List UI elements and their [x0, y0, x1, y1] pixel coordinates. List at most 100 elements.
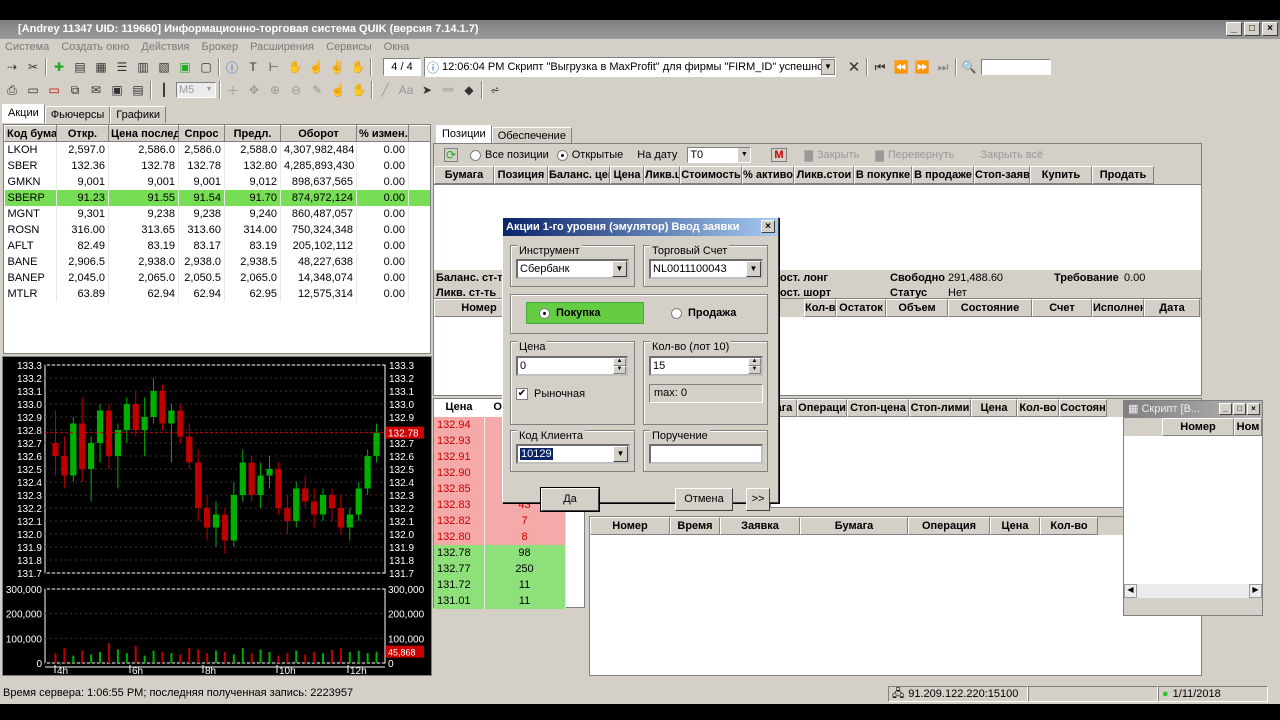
- market-checkbox-row[interactable]: ✔ Рыночная: [516, 388, 585, 400]
- quotes-col-0[interactable]: Код бума: [4, 125, 57, 142]
- orderbook-row[interactable]: 132.82 7: [434, 513, 566, 529]
- horizontal-scrollbar[interactable]: ◀ ▶: [1124, 584, 1262, 598]
- table-row[interactable]: SBERP 91.23 91.55 91.54 91.70 874,972,124 0.00: [4, 189, 430, 206]
- buy-radio[interactable]: [539, 307, 550, 319]
- close-all-button[interactable]: Закрыть всё: [980, 149, 1043, 161]
- radio-open-positions[interactable]: [556, 149, 568, 161]
- close-position-icon[interactable]: ▇: [805, 149, 813, 162]
- save-icon[interactable]: ▢: [197, 58, 215, 76]
- menu-broker[interactable]: Брокер: [202, 39, 239, 55]
- radio-all-positions[interactable]: [470, 149, 481, 161]
- stop-hand-icon[interactable]: ✋: [349, 58, 367, 76]
- positions-col-11[interactable]: Купить: [1030, 166, 1092, 184]
- table-row[interactable]: MGNT 9,301 9,238 9,238 9,240 860,487,057 0.00: [4, 205, 430, 222]
- interval-select[interactable]: M5 ▼: [176, 82, 216, 98]
- table-row[interactable]: MTLR 63.89 62.94 62.94 62.95 12,575,314 0.00: [4, 285, 430, 302]
- dialog-close-button[interactable]: ×: [761, 220, 775, 233]
- text-icon[interactable]: T: [244, 58, 262, 76]
- menu-windows[interactable]: Окна: [384, 39, 410, 55]
- quotes-col-4[interactable]: Предл.: [224, 125, 281, 142]
- positions-col-8[interactable]: В покупке: [854, 166, 912, 184]
- menu-actions[interactable]: Действия: [141, 39, 189, 55]
- tab-futures[interactable]: Фьючерсы: [44, 106, 111, 123]
- eraser-icon[interactable]: ◆: [460, 81, 478, 99]
- positions-col-2[interactable]: Баланс. цен: [548, 166, 610, 184]
- tree-icon[interactable]: ⊢: [265, 58, 283, 76]
- search-input[interactable]: [981, 59, 1051, 75]
- ok-button[interactable]: Да: [540, 487, 600, 512]
- table-row[interactable]: LKOH 2,597.0 2,586.0 2,586.0 2,588.0 4,307,98…: [4, 141, 430, 158]
- tab-positions[interactable]: Позиции: [436, 125, 492, 144]
- orderbook-row[interactable]: 131.72 11: [434, 577, 566, 593]
- close-position-button[interactable]: Закрыть: [817, 149, 859, 161]
- window-icon[interactable]: ▭: [24, 81, 42, 99]
- buy-option[interactable]: Покупка: [526, 302, 644, 324]
- cancel-button[interactable]: Отмена: [675, 488, 733, 511]
- table-row[interactable]: BANE 2,906.5 2,938.0 2,938.0 2,938.5 48,227,6…: [4, 253, 430, 270]
- orderbook-row[interactable]: 131.01 11: [434, 593, 566, 609]
- orderbook-row[interactable]: 132.77 250: [434, 561, 566, 577]
- maximize-button[interactable]: □: [1244, 22, 1260, 36]
- orderbook-row[interactable]: 132.78 98: [434, 545, 566, 561]
- line-icon[interactable]: ╱: [376, 81, 394, 99]
- market-icon[interactable]: M: [771, 148, 787, 162]
- script-minimize-button[interactable]: _: [1219, 403, 1232, 415]
- minimize-button[interactable]: _: [1226, 22, 1242, 36]
- quantity-stepper[interactable]: ▲ ▼: [748, 358, 761, 374]
- arrow-icon[interactable]: ➤: [418, 81, 436, 99]
- quotes-icon[interactable]: ▦: [92, 58, 110, 76]
- pan-icon[interactable]: ✋: [350, 81, 368, 99]
- crosshair-icon[interactable]: ＋: [224, 81, 242, 99]
- close-message-icon[interactable]: ✕: [845, 58, 863, 76]
- table-row[interactable]: SBER 132.36 132.78 132.78 132.80 4,285,893,43…: [4, 157, 430, 174]
- message-box[interactable]: ⓘ 12:06:04 PM Скрипт "Выгрузка в MaxProf…: [424, 57, 836, 77]
- refresh-icon[interactable]: ⟳: [444, 148, 458, 162]
- print-icon[interactable]: ⎙: [3, 81, 21, 99]
- search-icon[interactable]: 🔍: [960, 58, 978, 76]
- tab-charts[interactable]: Графики: [110, 106, 166, 123]
- positions-col-0[interactable]: Бумага: [434, 166, 494, 184]
- account-select[interactable]: NL0011100043 ▼: [649, 259, 763, 279]
- new-window-icon[interactable]: ✚: [50, 58, 68, 76]
- menu-services[interactable]: Сервисы: [326, 39, 372, 55]
- positions-col-12[interactable]: Продать: [1092, 166, 1154, 184]
- tab-collateral[interactable]: Обеспечение: [491, 127, 572, 144]
- window2-icon[interactable]: ▣: [108, 81, 126, 99]
- copy-icon[interactable]: ⧉: [66, 81, 84, 99]
- paste-icon[interactable]: ▤: [129, 81, 147, 99]
- zoom-in-icon[interactable]: ⊕: [266, 81, 284, 99]
- connect-icon[interactable]: ⇢: [3, 58, 21, 76]
- positions-col-4[interactable]: Ликв.ц: [644, 166, 680, 184]
- quotes-col-5[interactable]: Оборот: [280, 125, 357, 142]
- client-select[interactable]: 10129 ▼: [516, 444, 630, 464]
- table-row[interactable]: BANEP 2,045.0 2,065.0 2,050.5 2,065.0 14,348,…: [4, 269, 430, 286]
- export-icon[interactable]: ▣: [176, 58, 194, 76]
- quotes-col-2[interactable]: Цена послед: [108, 125, 179, 142]
- up-icon[interactable]: ▲: [748, 358, 761, 366]
- hand3-icon[interactable]: ✌: [328, 58, 346, 76]
- first-icon[interactable]: ⏮: [871, 58, 889, 76]
- zoom-out-icon[interactable]: ⊖: [287, 81, 305, 99]
- table-row[interactable]: ROSN 316.00 313.65 313.60 314.00 750,324,348 0…: [4, 221, 430, 238]
- script-close-button[interactable]: ×: [1247, 403, 1260, 415]
- positions-col-5[interactable]: Стоимость: [680, 166, 742, 184]
- price-chart[interactable]: 133.3 133.3 133.2 133.2 133.1 133.1 133.0 133.0…: [2, 356, 432, 677]
- link-icon[interactable]: ⚯: [439, 81, 457, 99]
- price-input[interactable]: 0 ▲ ▼: [516, 356, 628, 376]
- quotes-col-1[interactable]: Откр.: [56, 125, 109, 142]
- orderbook-row[interactable]: 132.80 8: [434, 529, 566, 545]
- market-checkbox[interactable]: ✔: [516, 388, 528, 400]
- instrument-select[interactable]: Сбербанк ▼: [516, 259, 629, 279]
- prev-icon[interactable]: ⏪: [892, 58, 910, 76]
- table-row[interactable]: AFLT 82.49 83.19 83.17 83.19 205,102,112 0.00: [4, 237, 430, 254]
- table-icon[interactable]: ▤: [71, 58, 89, 76]
- chevron-down-icon[interactable]: ▼: [821, 59, 835, 75]
- positions-col-6[interactable]: % активов: [742, 166, 794, 184]
- filter-icon[interactable]: ▧: [155, 58, 173, 76]
- pencil-icon[interactable]: ✎: [308, 81, 326, 99]
- quotes-table[interactable]: Код бума Откр. Цена послед Спрос Предл. Оборо…: [3, 124, 431, 354]
- sell-option[interactable]: Продажа: [671, 302, 736, 324]
- flip-position-icon[interactable]: ▇: [875, 149, 883, 162]
- price-stepper[interactable]: ▲ ▼: [613, 358, 626, 374]
- order-note-input[interactable]: [649, 444, 763, 464]
